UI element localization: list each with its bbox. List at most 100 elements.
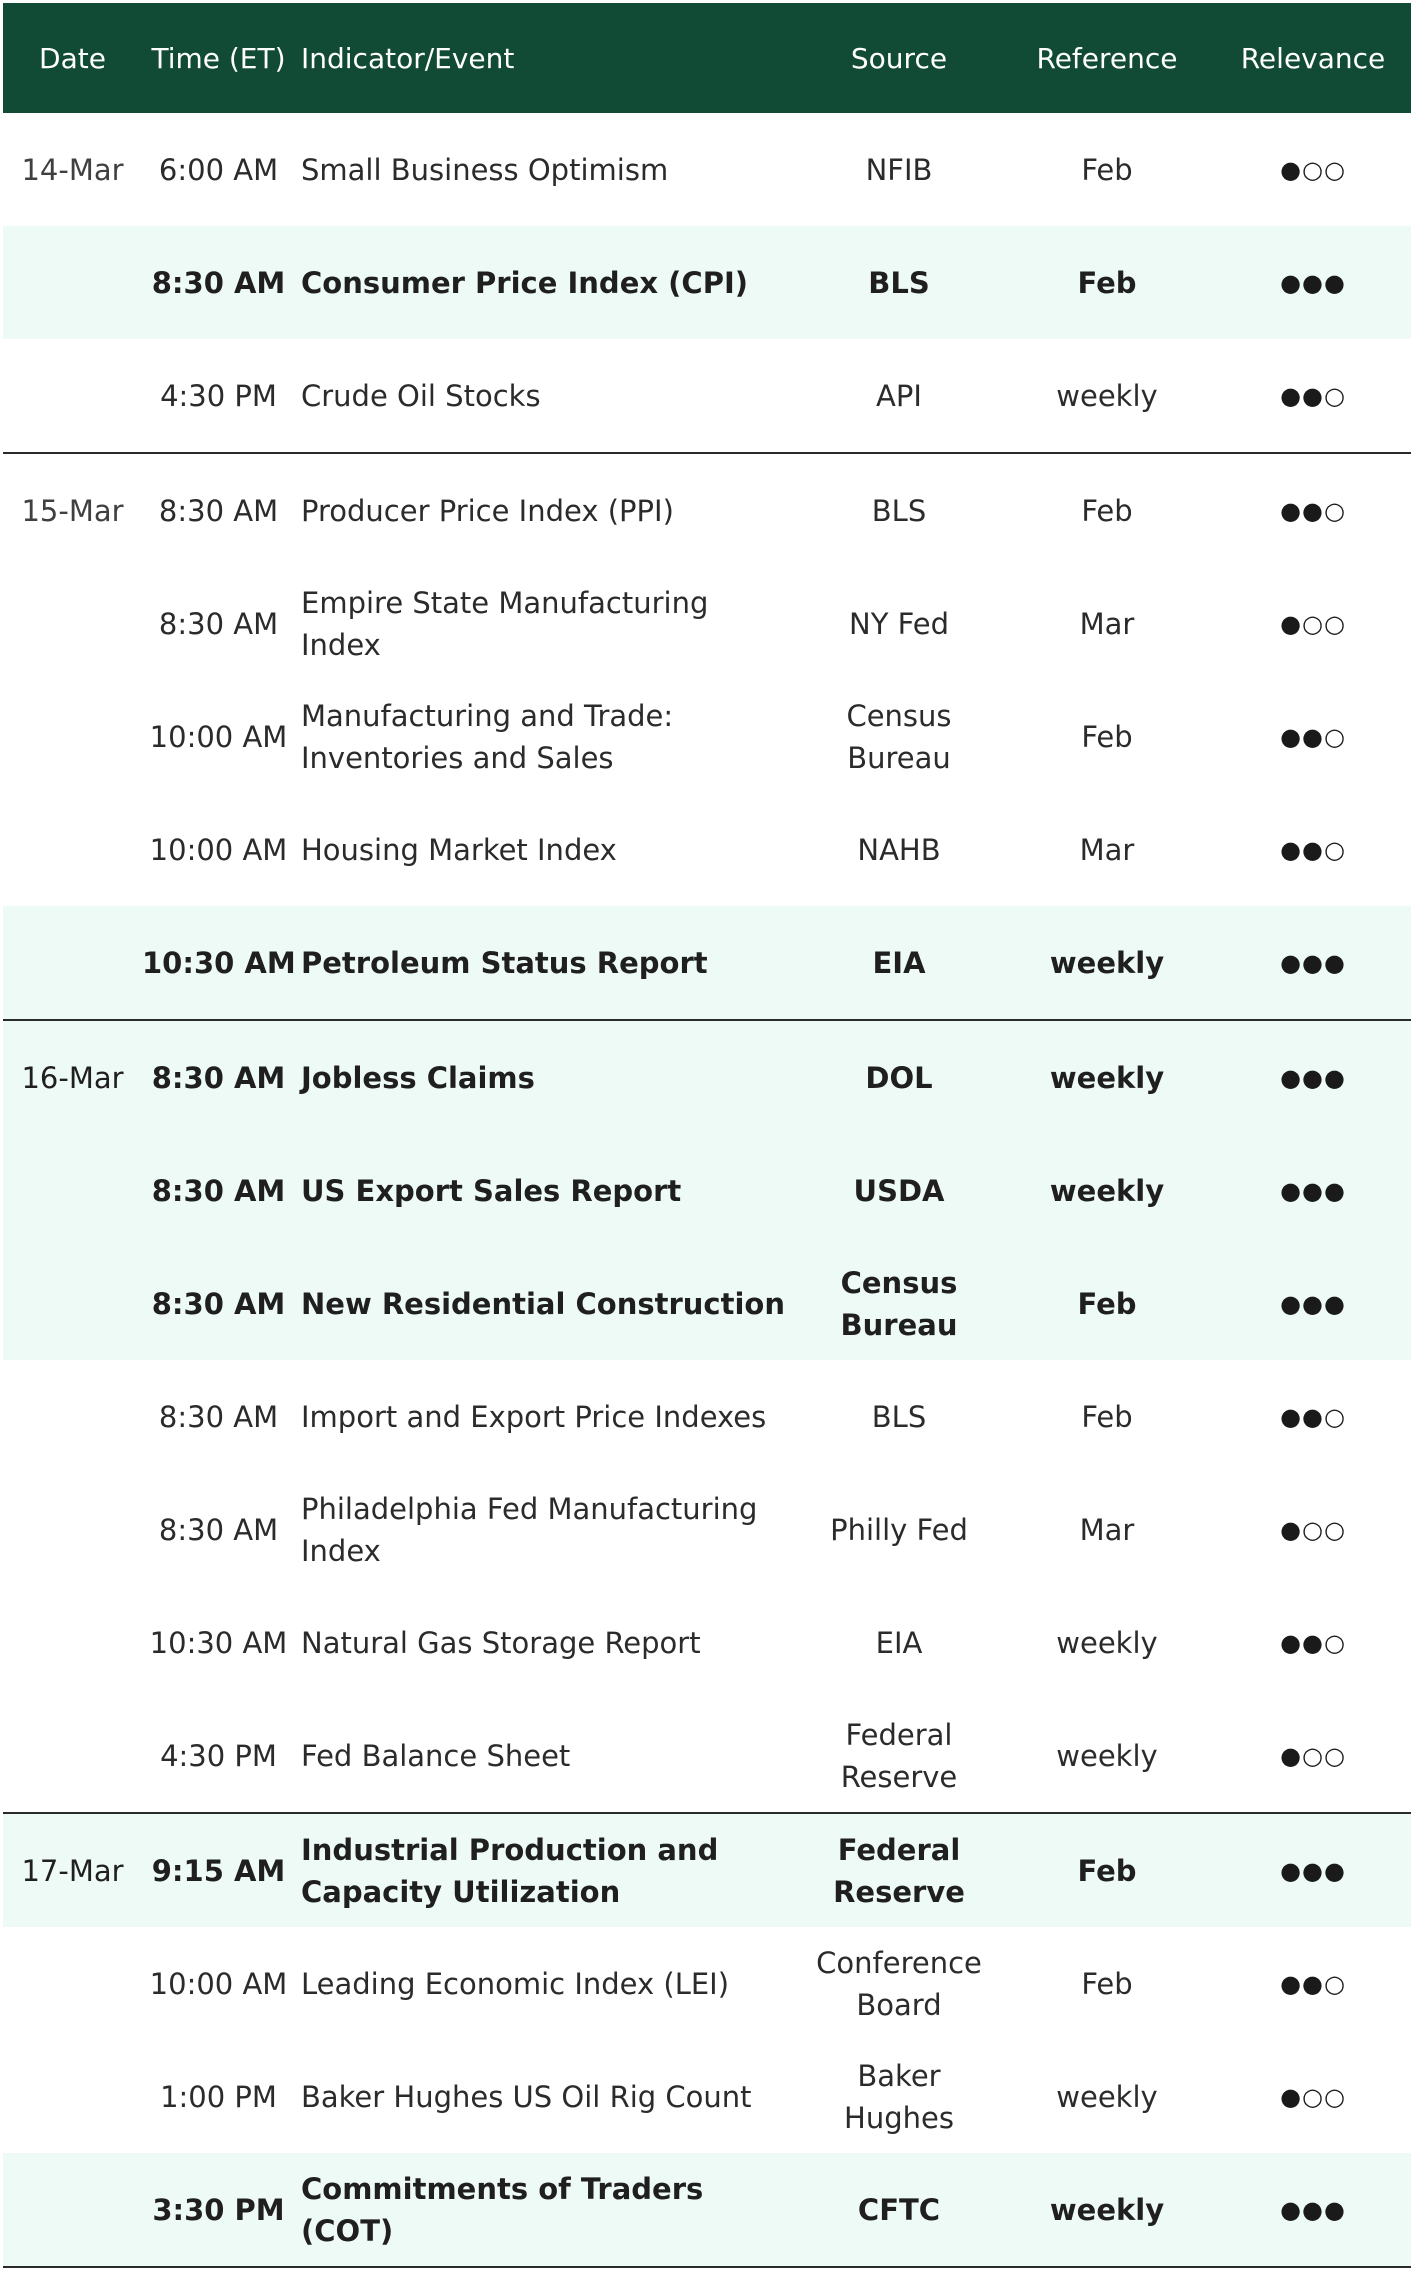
table-row: 8:30 AM Consumer Price Index (CPI) BLS Feb ●… — [3, 226, 1411, 339]
event-source: CFTC — [799, 2153, 999, 2268]
event-reference: weekly — [999, 1134, 1215, 1247]
relevance-rating: ●●● — [1215, 906, 1411, 1021]
event-reference: Feb — [1081, 719, 1133, 754]
filled-dot-icon: ● — [1280, 1741, 1303, 1770]
relevance-rating: ●○○ — [1215, 567, 1411, 680]
relevance-rating: ●●○ — [1215, 1586, 1411, 1699]
relevance-rating: ●●● — [1215, 1813, 1411, 1927]
table-row: 4:30 PM Crude Oil Stocks API weekly ●●○ — [3, 339, 1411, 454]
filled-dot-icon: ● — [1280, 835, 1303, 864]
relevance-rating: ●●● — [1215, 1134, 1411, 1247]
filled-dot-icon: ● — [1280, 2195, 1303, 2224]
event-indicator: Natural Gas Storage Report — [301, 1625, 701, 1660]
table-body: 14-Mar 6:00 AM Small Business Optimism NFIB… — [3, 113, 1411, 2268]
event-source: DOL — [799, 1020, 999, 1134]
table-row: 10:30 AM Petroleum Status Report EIA weekly… — [3, 906, 1411, 1021]
event-reference: weekly — [999, 339, 1215, 454]
empty-dot-icon: ○ — [1323, 1741, 1346, 1770]
filled-dot-icon: ● — [1323, 1289, 1346, 1318]
event-date — [3, 1360, 142, 1473]
event-time: 10:00 AM — [149, 832, 288, 867]
event-time: 6:00 AM — [158, 152, 279, 187]
relevance-rating: ●●○ — [1215, 339, 1411, 454]
empty-dot-icon: ○ — [1302, 1515, 1324, 1544]
empty-dot-icon: ○ — [1323, 1628, 1346, 1657]
event-time: 8:30 AM — [142, 226, 295, 339]
empty-dot-icon: ○ — [1323, 381, 1346, 410]
relevance-rating: ●●○ — [1215, 1927, 1411, 2040]
filled-dot-icon: ● — [1280, 722, 1303, 751]
event-date — [3, 226, 142, 339]
event-date — [3, 1586, 142, 1699]
event-date: 14-Mar — [21, 152, 124, 187]
event-time: 8:30 AM — [142, 1247, 295, 1360]
filled-dot-icon: ● — [1302, 835, 1324, 864]
table-row: 10:00 AM Housing Market Index NAHB Mar ●●○ — [3, 793, 1411, 906]
table-row: 17-Mar 9:15 AM Industrial Production and C… — [3, 1813, 1411, 1927]
event-indicator: Housing Market Index — [301, 832, 617, 867]
filled-dot-icon: ● — [1280, 2082, 1303, 2111]
empty-dot-icon: ○ — [1323, 609, 1346, 638]
empty-dot-icon: ○ — [1323, 155, 1346, 184]
table-row: 14-Mar 6:00 AM Small Business Optimism NFIB… — [3, 113, 1411, 226]
event-indicator: Crude Oil Stocks — [295, 339, 799, 454]
filled-dot-icon: ● — [1280, 268, 1303, 297]
event-time: 8:30 AM — [142, 1020, 295, 1134]
filled-dot-icon: ● — [1302, 722, 1324, 751]
relevance-rating: ●●● — [1215, 1247, 1411, 1360]
event-reference: weekly — [1056, 1625, 1158, 1660]
event-indicator: Small Business Optimism — [301, 152, 669, 187]
event-date: 16-Mar — [3, 1020, 142, 1134]
empty-dot-icon: ○ — [1323, 722, 1346, 751]
event-indicator: Philadelphia Fed Manufacturing Index — [301, 1491, 758, 1568]
filled-dot-icon: ● — [1323, 1063, 1346, 1092]
filled-dot-icon: ● — [1280, 381, 1303, 410]
table-row: 10:30 AM Natural Gas Storage Report EIA wee… — [3, 1586, 1411, 1699]
filled-dot-icon: ● — [1323, 1856, 1346, 1885]
event-time: 10:30 AM — [149, 1625, 288, 1660]
event-indicator: Consumer Price Index (CPI) — [295, 226, 799, 339]
relevance-rating: ●●○ — [1215, 1360, 1411, 1473]
event-reference: Feb — [1081, 1966, 1133, 2001]
event-date — [3, 339, 142, 454]
filled-dot-icon: ● — [1302, 496, 1324, 525]
event-source: BLS — [799, 226, 999, 339]
filled-dot-icon: ● — [1302, 1969, 1324, 1998]
filled-dot-icon: ● — [1280, 1176, 1303, 1205]
filled-dot-icon: ● — [1323, 1176, 1346, 1205]
event-date — [3, 1473, 142, 1586]
filled-dot-icon: ● — [1302, 381, 1324, 410]
event-time: 4:30 PM — [142, 1699, 295, 1814]
event-date — [3, 1699, 142, 1814]
event-reference: Feb — [1081, 1399, 1133, 1434]
empty-dot-icon: ○ — [1323, 1969, 1346, 1998]
event-reference: Feb — [999, 1247, 1215, 1360]
header-time: Time (ET) — [142, 3, 295, 113]
event-time: 10:30 AM — [142, 906, 296, 1021]
event-date — [3, 906, 142, 1021]
event-time: 10:00 AM — [149, 1966, 288, 2001]
event-date — [3, 567, 142, 680]
event-time: 8:30 AM — [158, 1512, 279, 1547]
relevance-rating: ●●○ — [1215, 453, 1411, 567]
header-reference: Reference — [999, 3, 1215, 113]
event-indicator: Petroleum Status Report — [295, 906, 799, 1021]
event-source: Federal Reserve — [799, 1699, 999, 1814]
table-row: 8:30 AM Empire State Manufacturing Index N… — [3, 567, 1411, 680]
table-row: 8:30 AM US Export Sales Report USDA weekly ●… — [3, 1134, 1411, 1247]
filled-dot-icon: ● — [1302, 1856, 1324, 1885]
table-row: 3:30 PM Commitments of Traders (COT) CFTC w… — [3, 2153, 1411, 2268]
event-time: 8:30 AM — [158, 493, 279, 528]
event-indicator: New Residential Construction — [295, 1247, 799, 1360]
empty-dot-icon: ○ — [1302, 155, 1324, 184]
event-source: Baker Hughes — [844, 2058, 954, 2135]
relevance-rating: ●○○ — [1215, 1473, 1411, 1586]
event-reference: Feb — [999, 226, 1215, 339]
event-date — [3, 2153, 142, 2268]
filled-dot-icon: ● — [1323, 948, 1346, 977]
event-reference: weekly — [1056, 2079, 1158, 2114]
table-row: 1:00 PM Baker Hughes US Oil Rig Count Bake… — [3, 2040, 1411, 2153]
header-relevance: Relevance — [1215, 3, 1411, 113]
filled-dot-icon: ● — [1280, 948, 1303, 977]
event-time: 8:30 AM — [158, 1399, 279, 1434]
